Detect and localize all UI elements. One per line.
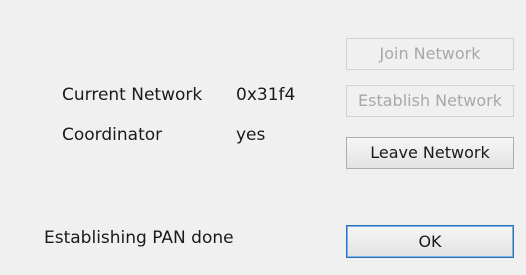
coordinator-value: yes [236,125,266,145]
network-dialog: Current Network 0x31f4 Coordinator yes E… [0,0,526,275]
leave-network-button[interactable]: Leave Network [346,137,514,169]
status-text: Establishing PAN done [44,228,234,248]
join-network-button[interactable]: Join Network [346,38,514,70]
establish-network-button[interactable]: Establish Network [346,85,514,117]
current-network-value: 0x31f4 [236,85,296,105]
coordinator-label: Coordinator [62,125,163,145]
current-network-label: Current Network [62,85,203,105]
ok-button[interactable]: OK [346,225,514,258]
